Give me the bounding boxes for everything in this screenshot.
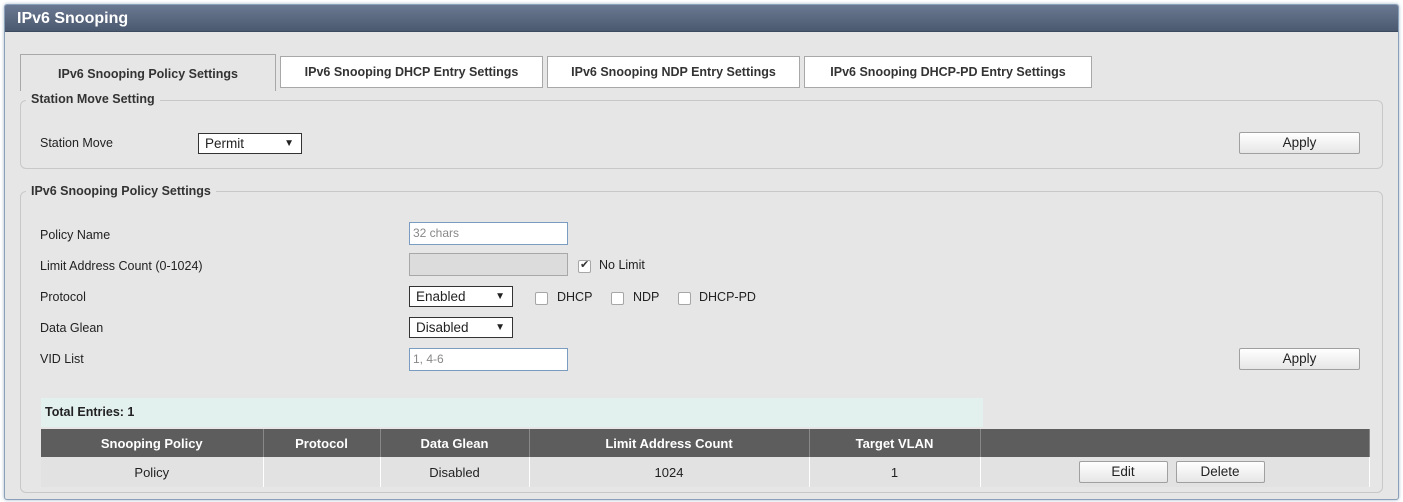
protocol-select[interactable]: Enabled ▼ <box>409 286 513 307</box>
ipv6-snooping-window: IPv6 Snooping IPv6 Snooping Policy Setti… <box>4 4 1399 500</box>
dhcp-pd-label: DHCP-PD <box>699 290 756 304</box>
table-header-row: Snooping Policy Protocol Data Glean Limi… <box>41 429 1370 457</box>
policy-settings-legend: IPv6 Snooping Policy Settings <box>26 184 216 198</box>
policy-apply-button[interactable]: Apply <box>1239 348 1360 370</box>
col-actions <box>980 429 1370 457</box>
chevron-down-icon: ▼ <box>495 322 505 333</box>
data-glean-value: Disabled <box>416 320 469 335</box>
cell-actions: Edit Delete <box>980 457 1370 487</box>
tab-dhcp-entry-settings[interactable]: IPv6 Snooping DHCP Entry Settings <box>280 56 543 88</box>
station-move-value: Permit <box>205 136 245 151</box>
data-glean-label: Data Glean <box>40 321 104 335</box>
protocol-value: Enabled <box>416 289 466 304</box>
policy-name-label: Policy Name <box>40 228 111 242</box>
limit-address-label: Limit Address Count (0-1024) <box>40 259 203 273</box>
table-row: Policy Disabled 1024 1 Edit Delete <box>41 457 1370 487</box>
station-move-legend: Station Move Setting <box>26 92 160 106</box>
dhcp-pd-checkbox[interactable] <box>678 292 691 305</box>
col-limit-address-count: Limit Address Count <box>529 429 810 457</box>
policy-name-input[interactable]: 32 chars <box>409 222 568 245</box>
tab-dhcp-pd-entry-settings[interactable]: IPv6 Snooping DHCP-PD Entry Settings <box>804 56 1092 88</box>
col-target-vlan: Target VLAN <box>809 429 981 457</box>
limit-address-input[interactable] <box>409 253 568 276</box>
cell-data-glean: Disabled <box>380 457 530 487</box>
ndp-checkbox[interactable] <box>611 292 624 305</box>
cell-policy: Policy <box>41 457 264 487</box>
vid-list-label: VID List <box>40 352 84 366</box>
dhcp-checkbox[interactable] <box>535 292 548 305</box>
cell-target-vlan: 1 <box>809 457 981 487</box>
station-move-select[interactable]: Permit ▼ <box>198 133 302 154</box>
col-protocol: Protocol <box>263 429 381 457</box>
window-title: IPv6 Snooping <box>5 5 1398 32</box>
ndp-label: NDP <box>633 290 660 304</box>
cell-protocol <box>263 457 381 487</box>
tab-ndp-entry-settings[interactable]: IPv6 Snooping NDP Entry Settings <box>547 56 800 88</box>
chevron-down-icon: ▼ <box>284 138 294 149</box>
col-snooping-policy: Snooping Policy <box>41 429 264 457</box>
station-move-label: Station Move <box>40 136 113 150</box>
delete-button[interactable]: Delete <box>1175 461 1265 483</box>
cell-limit: 1024 <box>529 457 810 487</box>
dhcp-label: DHCP <box>557 290 593 304</box>
protocol-label: Protocol <box>40 290 86 304</box>
edit-button[interactable]: Edit <box>1078 461 1168 483</box>
no-limit-label: No Limit <box>599 258 645 272</box>
col-data-glean: Data Glean <box>380 429 530 457</box>
station-move-apply-button[interactable]: Apply <box>1239 132 1360 154</box>
tab-policy-settings[interactable]: IPv6 Snooping Policy Settings <box>20 54 276 91</box>
chevron-down-icon: ▼ <box>495 291 505 302</box>
total-entries: Total Entries: 1 <box>41 398 983 427</box>
no-limit-checkbox[interactable] <box>578 258 591 273</box>
data-glean-select[interactable]: Disabled ▼ <box>409 317 513 338</box>
vid-list-input[interactable]: 1, 4-6 <box>409 348 568 371</box>
policy-table: Snooping Policy Protocol Data Glean Limi… <box>41 429 1370 487</box>
